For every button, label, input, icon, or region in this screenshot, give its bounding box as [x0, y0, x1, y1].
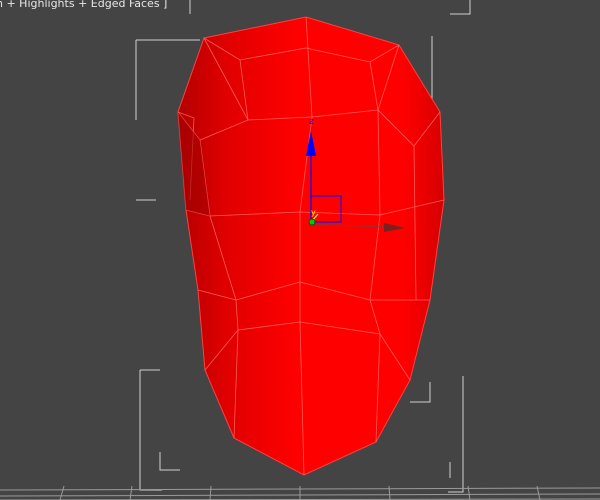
perspective-viewport[interactable]: n + Highlights + Edged Faces ] z y	[0, 0, 600, 500]
mesh-object[interactable]	[177, 16, 445, 476]
ground-grid	[0, 485, 600, 500]
pivot-dot-icon[interactable]	[308, 218, 316, 226]
mesh-silhouette[interactable]	[177, 16, 445, 476]
viewport-scene[interactable]: z y	[0, 0, 600, 500]
y-axis-label: y	[311, 208, 316, 217]
z-axis-label: z	[309, 117, 314, 127]
